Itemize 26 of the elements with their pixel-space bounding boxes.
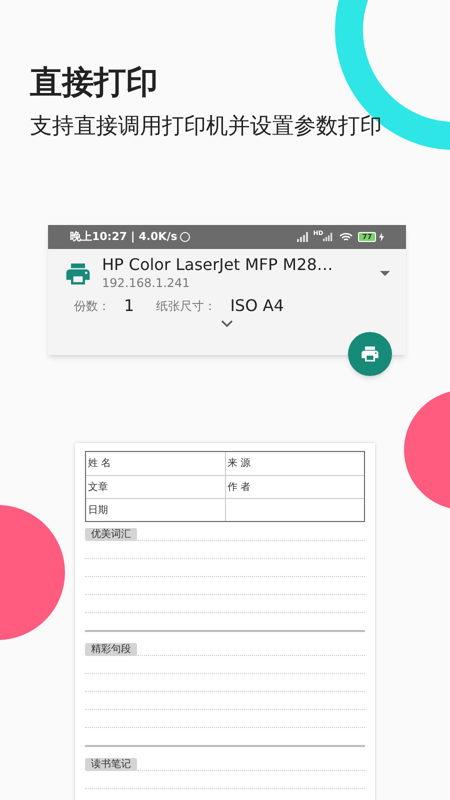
setting-value[interactable]: 1: [124, 294, 134, 318]
section-tag: 读书笔记: [85, 758, 137, 771]
printer-name: HP Color LaserJet MFP M28…: [102, 254, 333, 276]
signal-icon: [297, 232, 310, 242]
form-label: 文章: [88, 480, 108, 494]
form-label: 作 者: [228, 480, 251, 494]
status-time: 晚上10:27 | 4.0K/s: [70, 228, 178, 245]
expand-chevron-icon[interactable]: [221, 320, 233, 328]
section-tag: 优美词汇: [85, 528, 137, 541]
print-button[interactable]: [348, 332, 392, 376]
section-tag: 精彩句段: [85, 643, 137, 656]
page-title: 直接打印: [30, 62, 158, 102]
alarm-icon: [180, 232, 190, 242]
printer-address: 192.168.1.241: [102, 276, 191, 290]
form-label: 姓 名: [88, 457, 112, 471]
form-label: 来 源: [228, 456, 251, 471]
page-subtitle: 支持直接调用打印机并设置参数打印: [30, 113, 382, 141]
setting-label: 份数：: [74, 298, 110, 315]
printer-icon: [360, 344, 380, 364]
signal-icon: [323, 232, 334, 242]
form-label: 日期: [88, 504, 108, 518]
charging-icon: [379, 232, 384, 242]
setting-value[interactable]: ISO A4: [230, 294, 284, 318]
wifi-icon: [339, 232, 354, 242]
setting-label: 纸张尺寸：: [156, 298, 216, 315]
dropdown-caret-icon[interactable]: [380, 271, 390, 276]
